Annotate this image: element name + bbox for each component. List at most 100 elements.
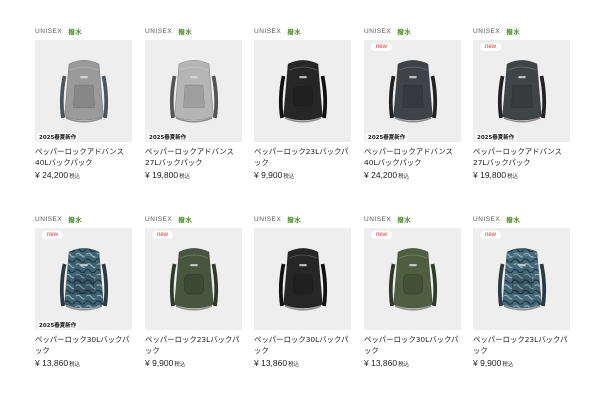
product-card[interactable]: UNISEX 撥水 2025春夏新作 ペッパーロックアドバンス27Lバックパック… [145,25,242,180]
product-tags: UNISEX 撥水 [364,25,461,37]
product-card[interactable]: UNISEX 撥水 new 2025春夏新作 ペッパーロックアドバンス27Lバッ… [473,25,570,180]
price-value: ¥ 13,860 [35,358,69,368]
water-repellent-tag: 撥水 [506,28,521,36]
product-card[interactable]: UNISEX 撥水 new ペッパーロック23Lバックパック ¥ 9,900税込 [145,213,242,368]
gender-tag: UNISEX [35,27,63,35]
season-badge: 2025春夏新作 [366,133,408,141]
product-name[interactable]: ペッパーロックアドバンス40Lバックパック [35,146,132,168]
tax-label: 税込 [69,362,81,368]
product-tags: UNISEX 撥水 [254,213,351,225]
product-image[interactable]: new [145,228,242,330]
water-repellent-tag: 撥水 [68,28,83,36]
product-card[interactable]: UNISEX 撥水 ペッパーロック30Lバックパック ¥ 13,860税込 [254,213,351,368]
product-tags: UNISEX 撥水 [473,213,570,225]
product-name[interactable]: ペッパーロック30Lバックパック [364,334,461,356]
tax-label: 税込 [502,362,514,368]
product-card[interactable]: UNISEX 撥水 2025春夏新作 ペッパーロックアドバンス40Lバックパック… [35,25,132,180]
product-image[interactable]: new [473,228,570,330]
season-badge: 2025春夏新作 [475,133,517,141]
product-image[interactable]: 2025春夏新作 [145,40,242,142]
season-badge: 2025春夏新作 [37,321,79,329]
season-badge: 2025春夏新作 [147,133,189,141]
price-value: ¥ 24,200 [364,170,398,180]
gender-tag: UNISEX [254,27,282,35]
gender-tag: UNISEX [145,27,173,35]
tax-label: 税込 [69,174,81,180]
new-badge: new [152,231,174,239]
price-value: ¥ 24,200 [35,170,69,180]
water-repellent-tag: 撥水 [287,28,302,36]
gender-tag: UNISEX [254,215,282,223]
product-tags: UNISEX 撥水 [254,25,351,37]
price-value: ¥ 13,860 [254,358,288,368]
product-tags: UNISEX 撥水 [473,25,570,37]
tax-label: 税込 [179,174,191,180]
new-badge: new [42,231,64,239]
product-card[interactable]: UNISEX 撥水 new 2025春夏新作 ペッパーロック30Lバックパック … [35,213,132,368]
product-name[interactable]: ペッパーロック30Lバックパック [35,334,132,356]
product-name[interactable]: ペッパーロック23Lバックパック [254,146,351,168]
product-image[interactable]: new 2025春夏新作 [35,228,132,330]
product-name[interactable]: ペッパーロック23Lバックパック [145,334,242,356]
new-badge: new [480,43,502,51]
price-value: ¥ 19,800 [473,170,507,180]
product-tags: UNISEX 撥水 [145,213,242,225]
new-badge: new [480,231,502,239]
price-value: ¥ 19,800 [145,170,179,180]
product-tags: UNISEX 撥水 [35,25,132,37]
water-repellent-tag: 撥水 [287,216,302,224]
gender-tag: UNISEX [473,27,501,35]
water-repellent-tag: 撥水 [397,216,412,224]
product-name[interactable]: ペッパーロックアドバンス40Lバックパック [364,146,461,168]
water-repellent-tag: 撥水 [397,28,412,36]
product-image[interactable]: new [364,228,461,330]
product-card[interactable]: UNISEX 撥水 new ペッパーロック30Lバックパック ¥ 13,860税… [364,213,461,368]
product-tags: UNISEX 撥水 [35,213,132,225]
product-tags: UNISEX 撥水 [364,213,461,225]
product-price: ¥ 19,800税込 [473,170,570,180]
product-price: ¥ 13,860税込 [364,358,461,368]
gender-tag: UNISEX [145,215,173,223]
gender-tag: UNISEX [364,215,392,223]
gender-tag: UNISEX [364,27,392,35]
product-price: ¥ 9,900税込 [473,358,570,368]
price-value: ¥ 9,900 [473,358,502,368]
gender-tag: UNISEX [35,215,63,223]
gender-tag: UNISEX [473,215,501,223]
product-card[interactable]: UNISEX 撥水 new 2025春夏新作 ペッパーロックアドバンス40Lバッ… [364,25,461,180]
product-image[interactable] [254,228,351,330]
season-badge: 2025春夏新作 [37,133,79,141]
product-image[interactable]: new 2025春夏新作 [473,40,570,142]
product-price: ¥ 13,860税込 [254,358,351,368]
product-name[interactable]: ペッパーロックアドバンス27Lバックパック [473,146,570,168]
water-repellent-tag: 撥水 [506,216,521,224]
tax-label: 税込 [174,362,186,368]
new-badge: new [371,231,393,239]
product-price: ¥ 13,860税込 [35,358,132,368]
product-card[interactable]: UNISEX 撥水 ペッパーロック23Lバックパック ¥ 9,900税込 [254,25,351,180]
price-value: ¥ 9,900 [254,170,283,180]
product-name[interactable]: ペッパーロックアドバンス27Lバックパック [145,146,242,168]
water-repellent-tag: 撥水 [178,28,193,36]
tax-label: 税込 [283,174,295,180]
product-name[interactable]: ペッパーロック30Lバックパック [254,334,351,356]
tax-label: 税込 [398,362,410,368]
product-image[interactable]: new 2025春夏新作 [364,40,461,142]
new-badge: new [371,43,393,51]
water-repellent-tag: 撥水 [68,216,83,224]
product-image[interactable] [254,40,351,142]
product-grid: UNISEX 撥水 2025春夏新作 ペッパーロックアドバンス40Lバックパック… [0,0,600,416]
product-price: ¥ 9,900税込 [254,170,351,180]
price-value: ¥ 13,860 [364,358,398,368]
price-value: ¥ 9,900 [145,358,174,368]
product-name[interactable]: ペッパーロック23Lバックパック [473,334,570,356]
water-repellent-tag: 撥水 [178,216,193,224]
product-price: ¥ 19,800税込 [145,170,242,180]
tax-label: 税込 [398,174,410,180]
tax-label: 税込 [288,362,300,368]
product-image[interactable]: 2025春夏新作 [35,40,132,142]
product-card[interactable]: UNISEX 撥水 new ペッパーロック23Lバックパック ¥ 9,900税込 [473,213,570,368]
tax-label: 税込 [507,174,519,180]
product-price: ¥ 24,200税込 [35,170,132,180]
product-tags: UNISEX 撥水 [145,25,242,37]
